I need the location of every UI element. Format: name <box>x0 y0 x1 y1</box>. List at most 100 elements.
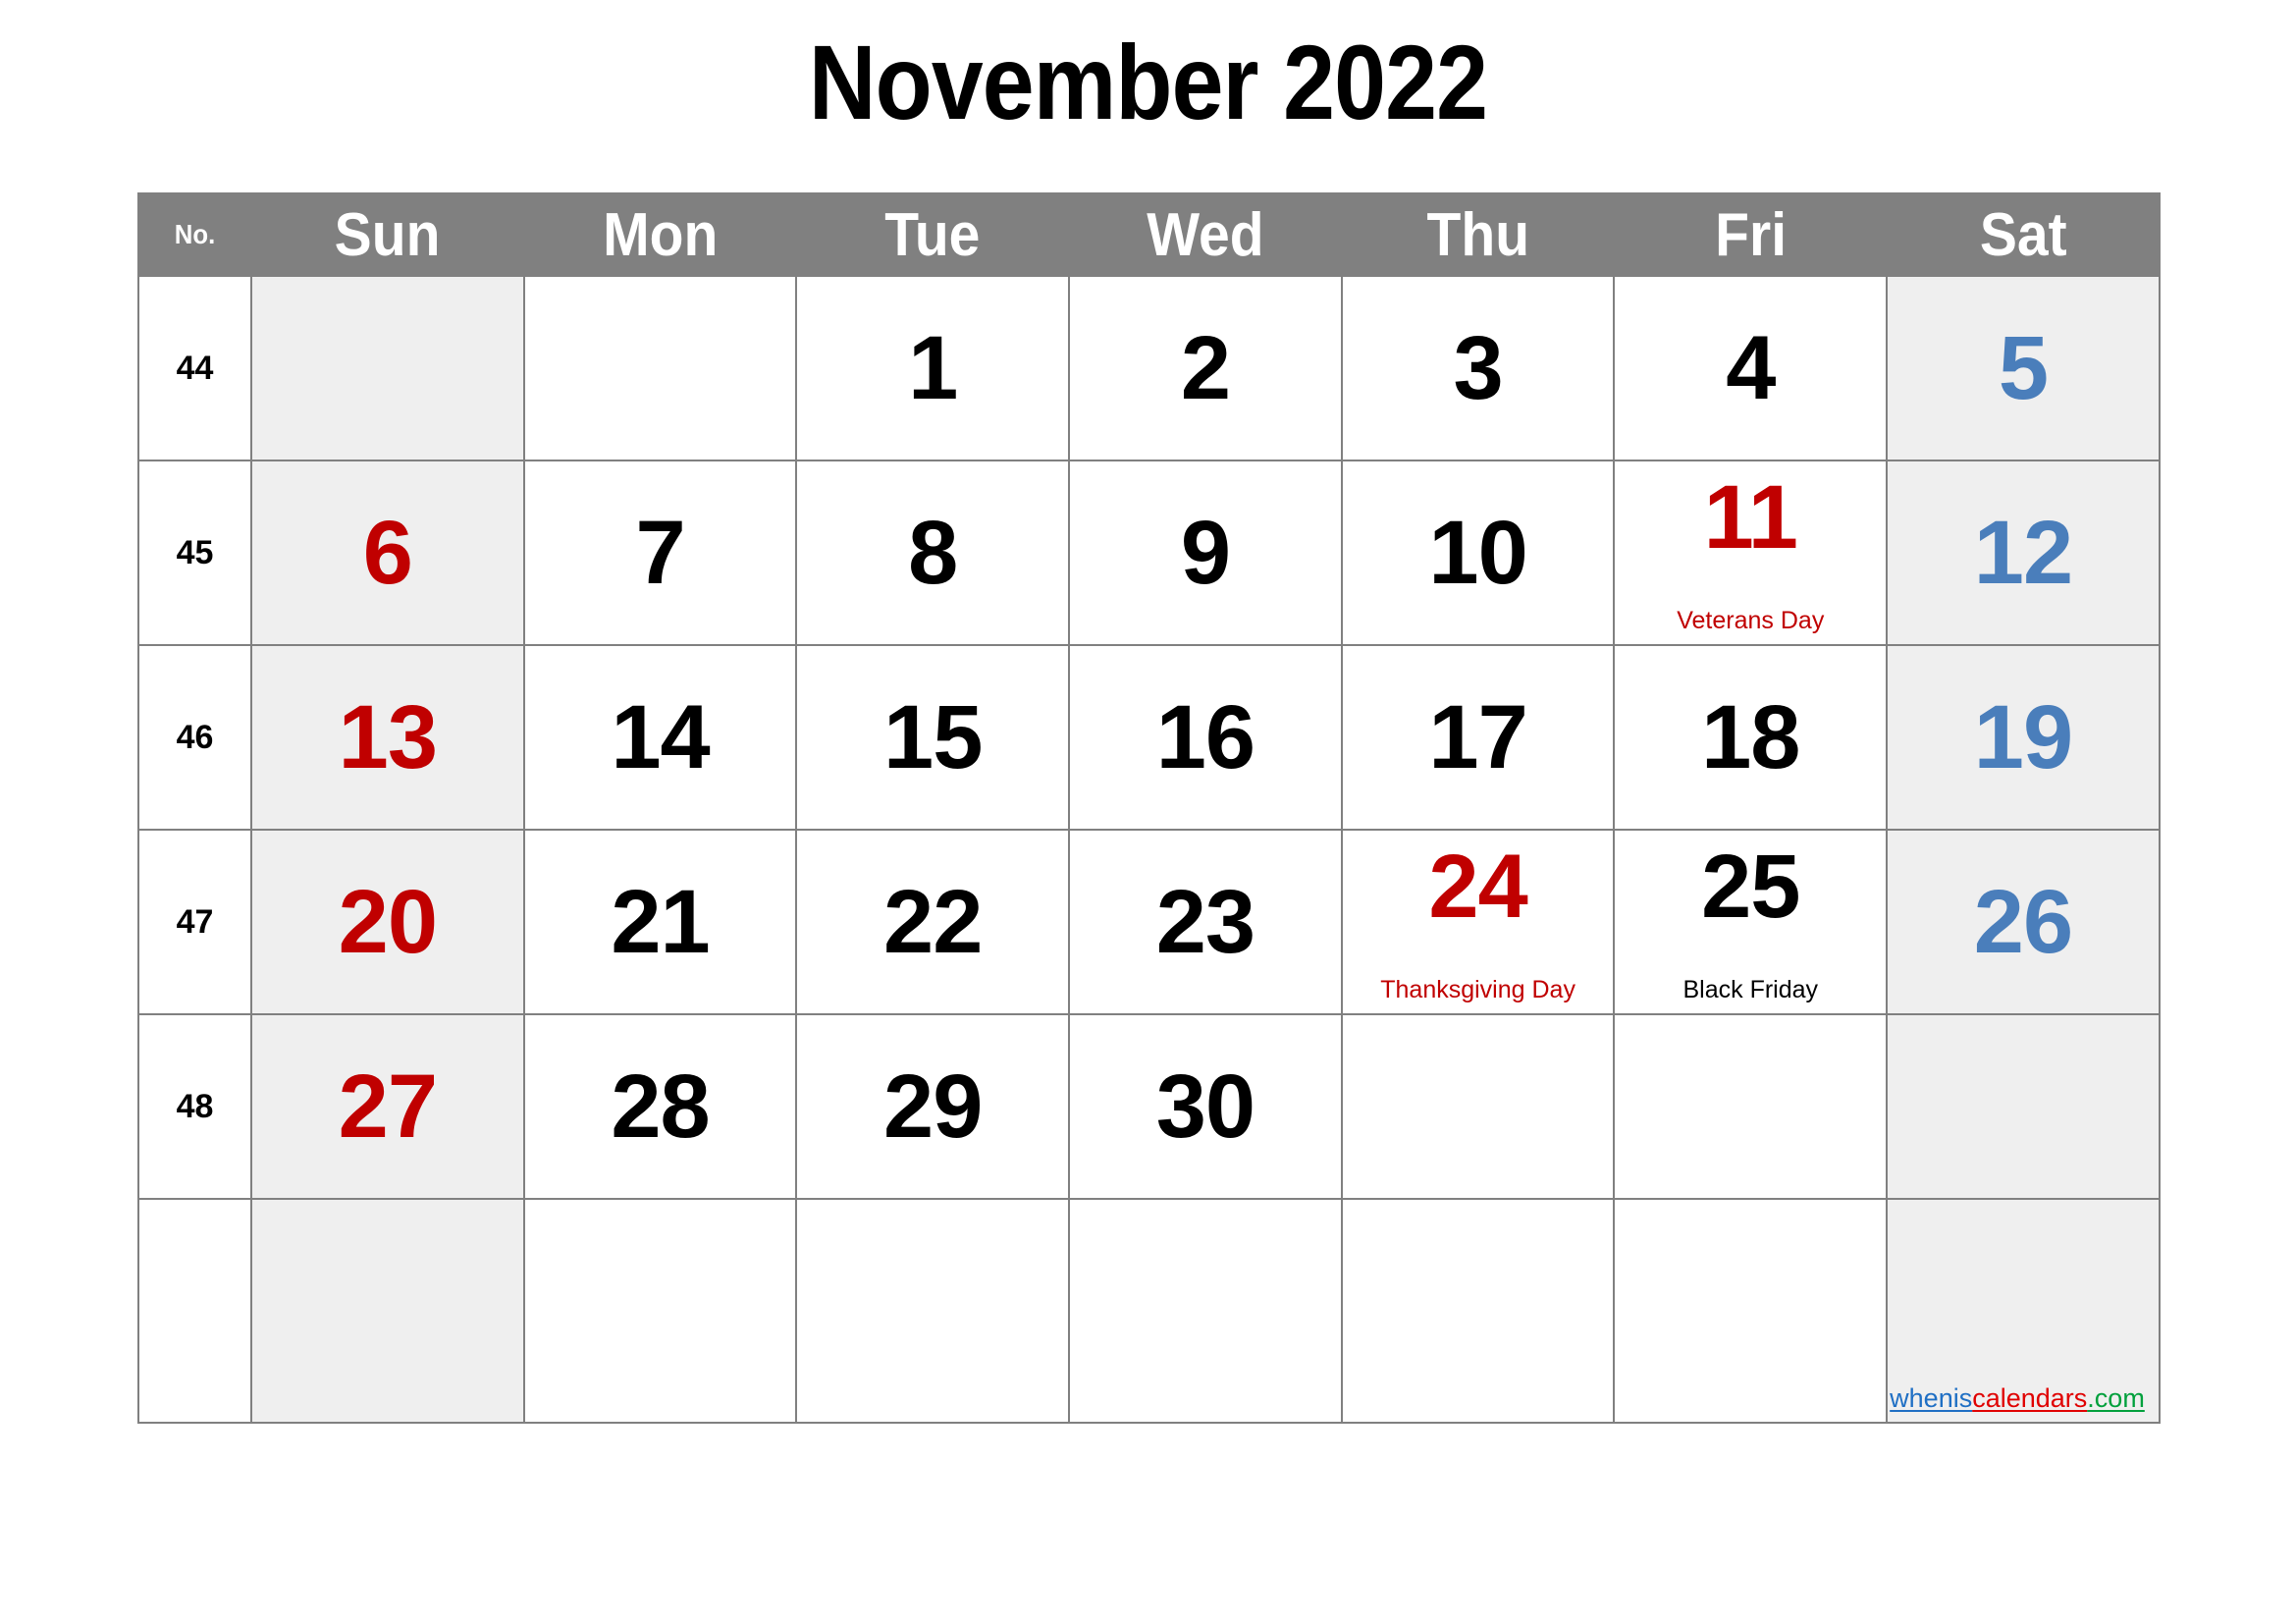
calendar-page: November 2022 No. Sun Mon Tue Wed Thu Fr… <box>0 0 2296 1624</box>
day-cell[interactable]: 5 <box>1886 275 2161 461</box>
day-number: 18 <box>1701 687 1800 787</box>
week-number-cell: 47 <box>137 829 252 1015</box>
header-day-wed-label: Wed <box>1147 200 1264 269</box>
day-cell[interactable]: 16 <box>1068 644 1343 831</box>
calendar-week-row: 44 1 2 3 4 5 <box>137 275 2161 461</box>
day-cell[interactable]: 14 <box>522 644 798 831</box>
day-cell[interactable] <box>1068 1198 1343 1424</box>
day-number: 16 <box>1155 687 1255 787</box>
day-cell-inner: 27 <box>252 1015 523 1198</box>
day-cell-inner: 2 <box>1070 277 1341 460</box>
day-cell[interactable]: 29 <box>795 1013 1071 1200</box>
header-day-fri-label: Fri <box>1714 200 1787 269</box>
day-cell-inner: 16 <box>1070 646 1341 829</box>
day-cell[interactable]: 1 <box>795 275 1071 461</box>
day-number: 28 <box>611 1056 710 1157</box>
day-cell-inner: 28 <box>525 1015 796 1198</box>
day-cell[interactable]: 24 Thanksgiving Day <box>1340 829 1616 1015</box>
day-cell-inner: 19 <box>1888 646 2159 829</box>
day-cell-inner: 17 <box>1343 646 1614 829</box>
day-cell[interactable]: 19 <box>1886 644 2161 831</box>
day-cell[interactable]: 3 <box>1340 275 1616 461</box>
site-watermark[interactable]: wheniscalendars.com <box>1890 1385 2145 1412</box>
day-number: 9 <box>1180 503 1231 603</box>
day-cell[interactable]: 18 <box>1613 644 1889 831</box>
day-cell[interactable]: 7 <box>522 460 798 646</box>
day-cell[interactable] <box>250 275 525 461</box>
calendar-grid: No. Sun Mon Tue Wed Thu Fri Sat 44 1 2 3… <box>137 192 2161 1424</box>
watermark-part-1: whenis <box>1890 1383 1973 1413</box>
day-cell[interactable]: 8 <box>795 460 1071 646</box>
day-cell-inner: 30 <box>1070 1015 1341 1198</box>
calendar-table: No. Sun Mon Tue Wed Thu Fri Sat 44 1 2 3… <box>137 192 2161 1424</box>
header-day-sat: Sat <box>1886 192 2161 277</box>
day-cell-inner: 10 <box>1343 461 1614 644</box>
day-cell[interactable]: 12 <box>1886 460 2161 646</box>
day-cell[interactable]: 10 <box>1340 460 1616 646</box>
day-number: 24 <box>1428 837 1527 937</box>
header-week-number: No. <box>137 192 252 277</box>
day-cell[interactable]: 25 Black Friday <box>1613 829 1889 1015</box>
day-cell[interactable]: 17 <box>1340 644 1616 831</box>
day-number: 10 <box>1428 503 1527 603</box>
holiday-label: Veterans Day <box>1677 606 1825 634</box>
day-cell[interactable]: 30 <box>1068 1013 1343 1200</box>
day-number: 27 <box>338 1056 438 1157</box>
day-cell-inner: 7 <box>525 461 796 644</box>
day-cell[interactable]: 2 <box>1068 275 1343 461</box>
day-cell[interactable]: 23 <box>1068 829 1343 1015</box>
day-cell-inner: 13 <box>252 646 523 829</box>
day-cell[interactable]: 6 <box>250 460 525 646</box>
day-number: 2 <box>1180 318 1231 418</box>
day-cell-inner: 1 <box>797 277 1068 460</box>
day-cell[interactable]: 9 <box>1068 460 1343 646</box>
day-cell-inner: 21 <box>525 831 796 1013</box>
calendar-week-row: 45 6 7 8 9 10 11 Veterans Day 12 <box>137 460 2161 646</box>
day-cell[interactable]: wheniscalendars.com <box>1886 1198 2161 1424</box>
day-cell-inner <box>797 1200 1068 1422</box>
day-number: 17 <box>1428 687 1527 787</box>
day-cell[interactable]: 27 <box>250 1013 525 1200</box>
holiday-label: Black Friday <box>1682 975 1819 1003</box>
day-number: 1 <box>908 318 958 418</box>
day-cell[interactable] <box>250 1198 525 1424</box>
week-number-cell: 45 <box>137 460 252 646</box>
day-number: 5 <box>1998 318 2049 418</box>
calendar-header-row: No. Sun Mon Tue Wed Thu Fri Sat <box>137 192 2161 277</box>
day-cell[interactable]: 13 <box>250 644 525 831</box>
day-number: 26 <box>1973 872 2073 972</box>
day-cell-inner: 12 <box>1888 461 2159 644</box>
day-cell[interactable]: 21 <box>522 829 798 1015</box>
day-cell[interactable] <box>1613 1198 1889 1424</box>
day-cell[interactable]: 4 <box>1613 275 1889 461</box>
day-cell-inner: 15 <box>797 646 1068 829</box>
day-cell[interactable] <box>795 1198 1071 1424</box>
day-number: 30 <box>1155 1056 1255 1157</box>
day-cell[interactable]: 11 Veterans Day <box>1613 460 1889 646</box>
day-cell[interactable]: 28 <box>522 1013 798 1200</box>
day-cell[interactable]: 20 <box>250 829 525 1015</box>
day-cell[interactable]: 26 <box>1886 829 2161 1015</box>
day-cell[interactable] <box>522 1198 798 1424</box>
header-day-sun: Sun <box>250 192 525 277</box>
day-cell[interactable]: 22 <box>795 829 1071 1015</box>
day-cell[interactable] <box>1613 1013 1889 1200</box>
day-number: 20 <box>338 872 438 972</box>
calendar-week-row: 48 27 28 29 30 <box>137 1013 2161 1200</box>
day-cell-inner <box>1343 1200 1614 1422</box>
day-number: 12 <box>1973 503 2073 603</box>
day-cell-inner: 29 <box>797 1015 1068 1198</box>
day-cell-inner <box>1070 1200 1341 1422</box>
calendar-body: 44 1 2 3 4 5 45 6 7 8 9 10 11 Veterans Day 12 46 13 14 15 1… <box>137 275 2161 1424</box>
day-cell[interactable] <box>1886 1013 2161 1200</box>
day-cell-inner <box>1343 1015 1614 1198</box>
week-number-cell <box>137 1198 252 1424</box>
day-cell-inner: 14 <box>525 646 796 829</box>
day-cell[interactable] <box>1340 1198 1616 1424</box>
day-cell[interactable] <box>1340 1013 1616 1200</box>
day-cell-inner: 8 <box>797 461 1068 644</box>
day-cell[interactable] <box>522 275 798 461</box>
day-number: 14 <box>611 687 710 787</box>
day-number: 4 <box>1726 318 1776 418</box>
day-cell[interactable]: 15 <box>795 644 1071 831</box>
